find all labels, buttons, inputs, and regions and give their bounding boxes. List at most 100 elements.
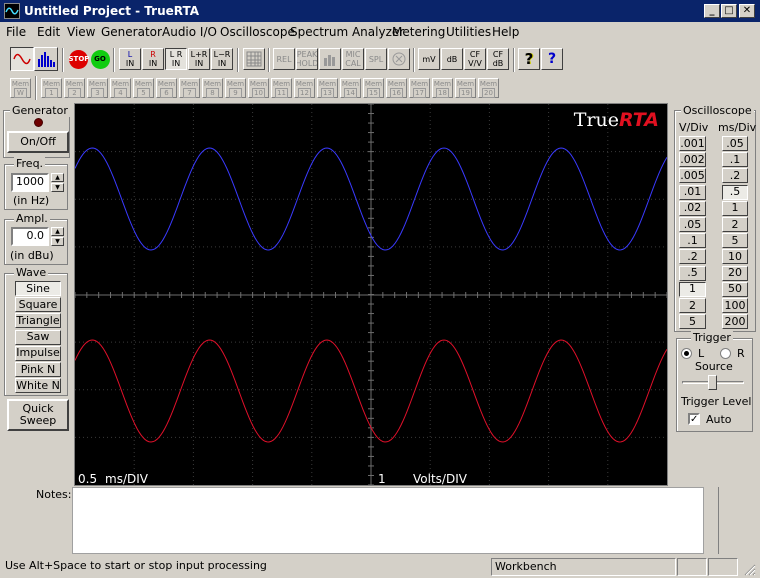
mem-19-button[interactable]: Mem 19 xyxy=(455,78,476,98)
mem-11-button[interactable]: Mem 11 xyxy=(271,78,292,98)
menu-spectrum-analyzer[interactable]: Spectrum Analyzer xyxy=(290,25,404,39)
wave-white-n-button[interactable]: White N xyxy=(15,378,61,394)
vdiv-button[interactable]: .001 xyxy=(679,136,706,151)
mem-6-button[interactable]: Mem 6 xyxy=(156,78,177,98)
mem-7-button[interactable]: Mem 7 xyxy=(179,78,200,98)
mem-4-button[interactable]: Mem 4 xyxy=(110,78,131,98)
mem-5-button[interactable]: Mem 5 xyxy=(133,78,154,98)
mem-10-button[interactable]: Mem 10 xyxy=(248,78,269,98)
cf-db-button[interactable]: CF dB xyxy=(487,48,509,70)
menu-edit[interactable]: Edit xyxy=(37,25,60,39)
vdiv-button[interactable]: .01 xyxy=(679,184,706,200)
channel-lminusr-in-button[interactable]: L−R IN xyxy=(211,48,233,70)
trigger-level-slider[interactable] xyxy=(708,375,717,390)
wave-impulse-button[interactable]: Impulse xyxy=(15,345,61,361)
wave-saw-button[interactable]: Saw xyxy=(15,329,61,345)
mem-16-button[interactable]: Mem 16 xyxy=(386,78,407,98)
mem-1-button[interactable]: Mem 1 xyxy=(41,78,62,98)
go-button[interactable]: GO xyxy=(89,48,111,70)
msdiv-button[interactable]: 1 xyxy=(722,200,748,216)
trigger-left-radio[interactable] xyxy=(681,348,692,359)
vdiv-button[interactable]: .02 xyxy=(679,200,706,216)
channel-l-in-button[interactable]: L IN xyxy=(119,48,141,70)
msdiv-button[interactable]: .05 xyxy=(722,136,748,151)
spl-button[interactable]: SPL xyxy=(365,48,387,70)
mem-12-button[interactable]: Mem 12 xyxy=(294,78,315,98)
mem-17-button[interactable]: Mem 17 xyxy=(409,78,430,98)
msdiv-button[interactable]: 2 xyxy=(722,217,748,232)
msdiv-button[interactable]: 5 xyxy=(722,233,748,249)
db-button[interactable]: dB xyxy=(441,48,463,70)
average-button[interactable] xyxy=(319,48,341,70)
size-grip-icon[interactable] xyxy=(742,562,756,576)
menu-view[interactable]: View xyxy=(67,25,95,39)
menu-utilities[interactable]: Utilities xyxy=(446,25,491,39)
wave-pink-n-button[interactable]: Pink N xyxy=(15,362,61,377)
wave-square-button[interactable]: Square xyxy=(15,297,61,313)
msdiv-button[interactable]: .2 xyxy=(722,168,748,184)
vdiv-button[interactable]: 1 xyxy=(679,281,706,297)
peak-hold-button[interactable]: PEAK HOLD xyxy=(296,48,318,70)
freq-up-button[interactable]: ▲ xyxy=(51,173,64,182)
menu-audio-io[interactable]: Audio I/O xyxy=(162,25,217,39)
oscilloscope-mode-button[interactable] xyxy=(10,47,34,71)
wave-triangle-button[interactable]: Triangle xyxy=(15,313,61,329)
oscilloscope-display[interactable]: TrueRTA 0.5 ms/DIV 1 Volts/DIV xyxy=(74,103,668,486)
freq-input[interactable]: 1000 xyxy=(11,173,49,192)
mem-2-button[interactable]: Mem 2 xyxy=(64,78,85,98)
freq-down-button[interactable]: ▼ xyxy=(51,183,64,192)
msdiv-button[interactable]: 10 xyxy=(722,249,748,265)
wave-sine-button[interactable]: Sine xyxy=(15,281,61,296)
msdiv-button[interactable]: 200 xyxy=(722,314,748,330)
vdiv-button[interactable]: .5 xyxy=(679,265,706,281)
mem-8-button[interactable]: Mem 8 xyxy=(202,78,223,98)
close-button[interactable]: ✕ xyxy=(739,4,755,18)
mem-3-button[interactable]: Mem 3 xyxy=(87,78,108,98)
vdiv-button[interactable]: .1 xyxy=(679,233,706,249)
maximize-button[interactable]: □ xyxy=(721,4,737,18)
vdiv-button[interactable]: .002 xyxy=(679,152,706,168)
ampl-down-button[interactable]: ▼ xyxy=(51,237,64,246)
quick-sweep-button[interactable]: Quick Sweep xyxy=(7,399,69,431)
menu-metering[interactable]: Metering xyxy=(392,25,445,39)
msdiv-button[interactable]: .1 xyxy=(722,152,748,168)
generator-onoff-button[interactable]: On/Off xyxy=(7,131,69,153)
spectrum-mode-button[interactable] xyxy=(34,47,58,71)
grid-button[interactable] xyxy=(243,48,265,70)
msdiv-button[interactable]: 100 xyxy=(722,298,748,313)
vdiv-button[interactable]: .05 xyxy=(679,217,706,232)
menu-help[interactable]: Help xyxy=(492,25,519,39)
mem-13-button[interactable]: Mem 13 xyxy=(317,78,338,98)
rel-button[interactable]: REL xyxy=(273,48,295,70)
mem-20-button[interactable]: Mem 20 xyxy=(478,78,499,98)
trigger-right-radio[interactable] xyxy=(720,348,731,359)
msdiv-button[interactable]: 20 xyxy=(722,265,748,281)
vdiv-button[interactable]: 5 xyxy=(679,314,706,330)
vdiv-button[interactable]: 2 xyxy=(679,298,706,313)
ampl-input[interactable]: 0.0 xyxy=(11,227,49,246)
help-button[interactable]: ? xyxy=(518,48,540,70)
channel-r-in-button[interactable]: R IN xyxy=(142,48,164,70)
notes-textarea[interactable] xyxy=(72,487,704,554)
menu-oscilloscope[interactable]: Oscilloscope xyxy=(220,25,295,39)
mem-9-button[interactable]: Mem 9 xyxy=(225,78,246,98)
menu-file[interactable]: File xyxy=(6,25,26,39)
msdiv-button[interactable]: .5 xyxy=(722,184,748,200)
mv-button[interactable]: mV xyxy=(418,48,440,70)
cf-vv-button[interactable]: CF V/V xyxy=(464,48,486,70)
mem-18-button[interactable]: Mem 18 xyxy=(432,78,453,98)
mic-cal-button[interactable]: MIC CAL xyxy=(342,48,364,70)
mem-w-button[interactable]: Mem W xyxy=(10,78,31,98)
context-help-button[interactable]: ? xyxy=(541,48,563,70)
channel-lr-in-button[interactable]: L R IN xyxy=(165,48,187,70)
stop-button[interactable]: STOP xyxy=(67,48,89,70)
mem-14-button[interactable]: Mem 14 xyxy=(340,78,361,98)
vdiv-button[interactable]: .005 xyxy=(679,168,706,184)
menu-generator[interactable]: Generator xyxy=(101,25,162,39)
vdiv-button[interactable]: .2 xyxy=(679,249,706,265)
channel-lplusr-in-button[interactable]: L+R IN xyxy=(188,48,210,70)
cancel-meter-button[interactable] xyxy=(388,48,410,70)
mem-15-button[interactable]: Mem 15 xyxy=(363,78,384,98)
minimize-button[interactable]: _ xyxy=(704,4,720,18)
msdiv-button[interactable]: 50 xyxy=(722,281,748,297)
